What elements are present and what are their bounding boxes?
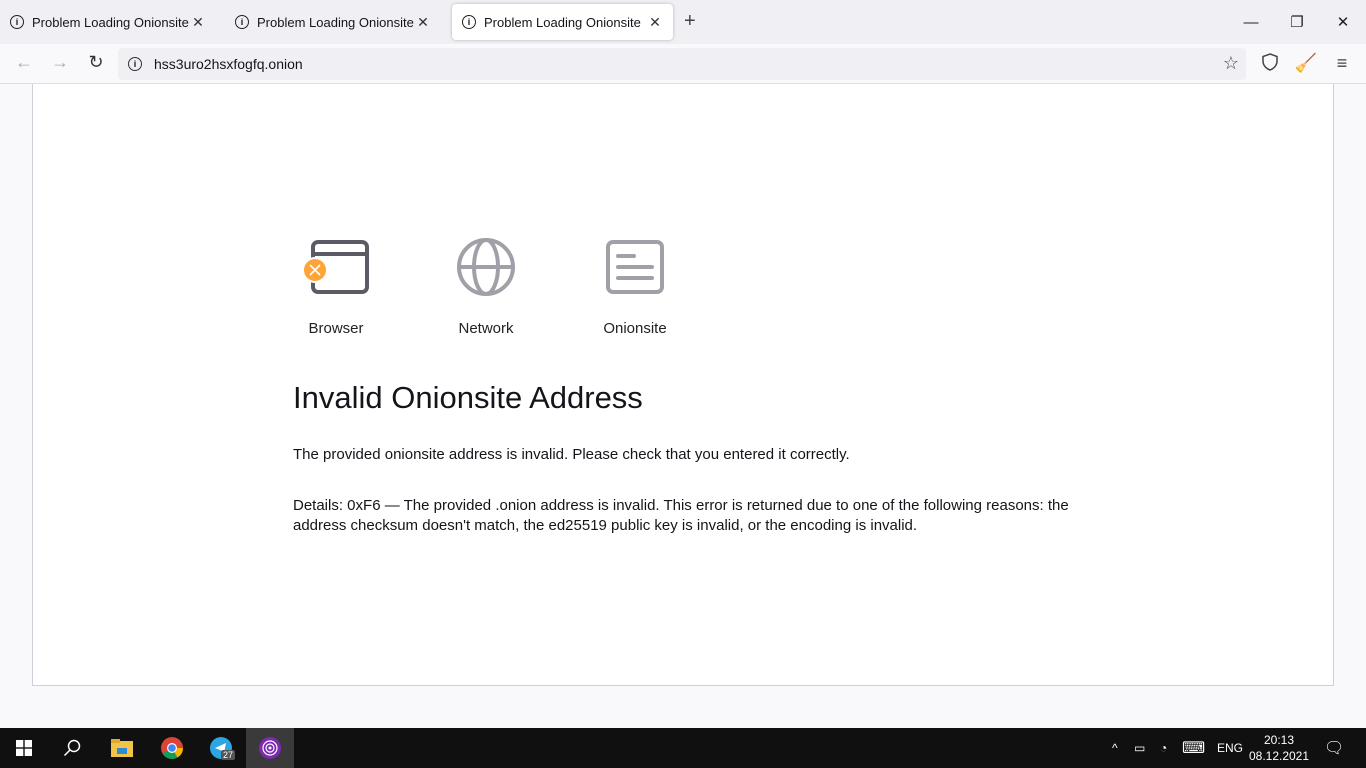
error-message: The provided onionsite address is invali…: [293, 446, 850, 463]
tor-browser-icon: [259, 737, 281, 759]
notification-badge: 27: [221, 750, 236, 760]
document-icon: [606, 240, 664, 294]
search-button[interactable]: [48, 728, 96, 768]
windows-taskbar: 27 ^ ▭ ◔ ⌨ ENG 20:13 08.12.2021 🗨: [0, 728, 1366, 768]
keyboard-icon[interactable]: ⌨: [1182, 728, 1205, 768]
site-info-icon[interactable]: i: [128, 57, 142, 71]
info-icon: i: [462, 15, 476, 29]
wifi-icon[interactable]: ◔: [1160, 728, 1167, 768]
info-icon: i: [235, 15, 249, 29]
close-tab-icon[interactable]: ✕: [647, 14, 663, 31]
forward-button[interactable]: →: [48, 52, 72, 73]
reload-button[interactable]: ↻: [84, 52, 108, 73]
bookmark-star-icon[interactable]: ☆: [1219, 53, 1243, 74]
start-button[interactable]: [0, 728, 48, 768]
globe-icon: [457, 238, 515, 296]
url-text: hss3uro2hsxfogfq.onion: [154, 56, 303, 72]
minimize-button[interactable]: —: [1236, 8, 1266, 36]
battery-icon[interactable]: ▭: [1134, 728, 1145, 768]
action-center-icon[interactable]: 🗨: [1324, 728, 1344, 768]
url-bar[interactable]: i hss3uro2hsxfogfq.onion: [118, 48, 1246, 80]
tab-1[interactable]: i Problem Loading Onionsite ✕: [0, 4, 216, 40]
close-tab-icon[interactable]: ✕: [415, 14, 431, 31]
new-tab-button[interactable]: +: [684, 10, 696, 33]
new-identity-broom-icon[interactable]: 🧹: [1294, 53, 1318, 74]
chrome-icon: [161, 737, 183, 759]
info-icon: i: [10, 15, 24, 29]
restore-button[interactable]: ❐: [1282, 8, 1312, 36]
tab-bar: i Problem Loading Onionsite ✕ i Problem …: [0, 0, 1366, 44]
telegram-button[interactable]: 27: [197, 728, 245, 768]
error-page: Browser Network Onionsite Invalid Onions…: [32, 84, 1334, 686]
search-icon: [63, 739, 81, 757]
clock[interactable]: 20:13 08.12.2021: [1249, 728, 1309, 768]
step-onionsite: Onionsite: [580, 236, 690, 337]
back-button[interactable]: ←: [12, 52, 36, 73]
menu-icon[interactable]: ≡: [1330, 53, 1354, 74]
folder-icon: [111, 739, 133, 757]
step-network: Network: [431, 236, 541, 337]
close-tab-icon[interactable]: ✕: [190, 14, 206, 31]
shield-icon[interactable]: [1258, 53, 1282, 76]
error-title: Invalid Onionsite Address: [293, 380, 643, 415]
language-indicator[interactable]: ENG: [1217, 728, 1243, 768]
close-window-button[interactable]: ✕: [1328, 8, 1358, 36]
navigation-toolbar: ← → ↻ i hss3uro2hsxfogfq.onion ☆ 🧹 ≡: [0, 44, 1366, 84]
show-hidden-icons-button[interactable]: ^: [1112, 728, 1118, 768]
tab-2[interactable]: i Problem Loading Onionsite ✕: [225, 4, 441, 40]
step-browser: Browser: [281, 236, 391, 337]
chrome-button[interactable]: [148, 728, 196, 768]
tab-3[interactable]: i Problem Loading Onionsite ✕: [452, 4, 673, 40]
windows-logo-icon: [16, 740, 32, 756]
file-explorer-button[interactable]: [98, 728, 146, 768]
error-details: Details: 0xF6 — The provided .onion addr…: [293, 497, 1069, 534]
browser-error-icon: [302, 240, 369, 294]
tor-browser-button[interactable]: [246, 728, 294, 768]
